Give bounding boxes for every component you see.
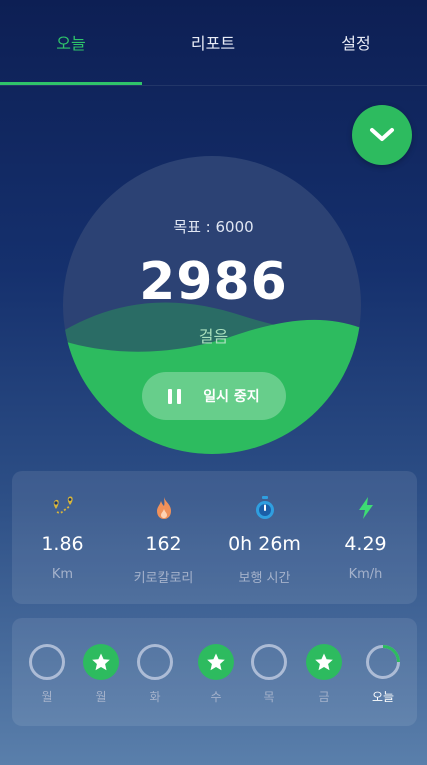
day-label: 화 [149,690,161,704]
day-label: 목 [263,690,275,704]
day-label: 금 [318,690,330,704]
collapse-button[interactable] [352,105,412,165]
calories-value: 162 [145,533,182,555]
flame-icon [156,497,171,519]
tab-report[interactable]: 리포트 [142,0,284,84]
stats-card: 1.86 Km 162 키로칼로리 0h 26m 보행 시간 4.29 Km/h [12,471,417,604]
tab-divider [0,85,427,86]
empty-ring-icon [29,644,65,680]
stat-calories: 162 키로칼로리 [113,471,214,604]
day-item-today[interactable]: 오늘 [355,618,411,726]
day-item[interactable]: 수 [188,618,244,726]
day-label: 월 [41,690,53,704]
distance-label: Km [51,567,74,582]
tab-bar: 오늘 리포트 설정 [0,0,427,86]
stat-distance: 1.86 Km [12,471,113,604]
stopwatch-icon [255,496,274,519]
walk-time-label: 보행 시간 [238,571,291,586]
day-item[interactable]: 화 [127,618,183,726]
partial-ring-icon [366,645,400,679]
star-badge-icon [306,644,342,680]
pause-icon [168,388,182,404]
weekly-progress-card: 월 월 화 수 목 금 오늘 [12,618,417,726]
day-label: 월 [95,690,107,704]
day-item[interactable]: 월 [73,618,129,726]
empty-ring-icon [137,644,173,680]
pause-button-label: 일시 중지 [203,389,260,405]
day-label: 수 [210,690,222,704]
lightning-icon [358,497,373,519]
step-unit-label: 걸음 [198,327,229,346]
walk-time-value: 0h 26m [228,533,301,555]
day-item[interactable]: 금 [296,618,352,726]
day-item[interactable]: 목 [241,618,297,726]
pause-button[interactable]: 일시 중지 [142,372,286,420]
route-icon [53,496,73,514]
tab-settings[interactable]: 설정 [285,0,427,84]
day-item[interactable]: 월 [19,618,75,726]
star-badge-icon [198,644,234,680]
speed-value: 4.29 [344,533,387,555]
chevron-down-icon [370,128,394,141]
tab-today[interactable]: 오늘 [0,0,142,84]
calories-label: 키로칼로리 [133,571,194,586]
speed-label: Km/h [348,567,383,582]
stat-walk-time: 0h 26m 보행 시간 [214,471,315,604]
empty-ring-icon [251,644,287,680]
distance-value: 1.86 [41,533,84,555]
star-badge-icon [83,644,119,680]
step-count: 2986 [139,252,288,312]
stat-speed: 4.29 Km/h [315,471,416,604]
goal-text: 목표 : 6000 [173,218,254,236]
day-label: 오늘 [371,690,395,704]
